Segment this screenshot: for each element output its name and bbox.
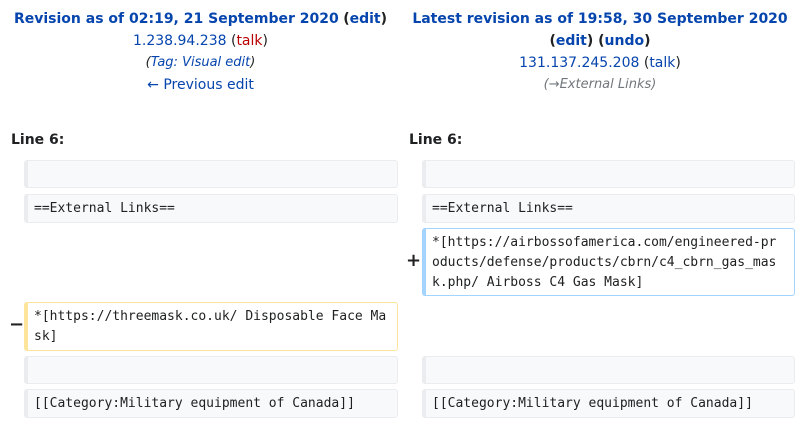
old-revision-header: Revision as of 02:19, 21 September 2020 … xyxy=(0,8,401,96)
new-revision-user-line: 131.137.245.208 (talk) xyxy=(519,55,681,71)
tag-prefix-link[interactable]: Tag: xyxy=(151,55,182,70)
old-revision-title-link[interactable]: Revision as of 02:19, 21 September 2020 xyxy=(14,11,339,27)
previous-edit-link[interactable]: ← Previous edit xyxy=(147,77,254,93)
edit-summary: (→External Links) xyxy=(543,77,657,92)
new-revision-title-link[interactable]: Latest revision as of 19:58, 30 Septembe… xyxy=(412,11,787,27)
old-revision-user-link[interactable]: 1.238.94.238 xyxy=(133,33,227,49)
added-line-marker: + xyxy=(406,250,422,271)
new-revision-edit-link[interactable]: edit xyxy=(556,33,587,49)
old-revision-title-line: Revision as of 02:19, 21 September 2020 … xyxy=(13,11,388,27)
new-context-empty-line xyxy=(422,160,795,188)
added-line: *[https://airbossofamerica.com/engineere… xyxy=(422,228,795,296)
old-context-empty-line-2 xyxy=(24,356,398,384)
new-revision-user-link[interactable]: 131.137.245.208 xyxy=(519,55,639,71)
new-context-category-line: [[Category:Military equipment of Canada]… xyxy=(422,389,795,418)
old-context-heading-line: ==External Links== xyxy=(24,194,398,223)
new-context-empty-line-2 xyxy=(422,356,795,384)
edit-summary-text: External Links xyxy=(559,77,652,92)
old-revision-talk-link[interactable]: talk xyxy=(236,33,262,49)
old-context-empty-line xyxy=(24,160,398,188)
new-context-heading-line: ==External Links== xyxy=(422,194,795,223)
removed-line-marker: − xyxy=(9,314,25,335)
old-line-number: Line 6: xyxy=(11,132,65,148)
old-revision-edit-link[interactable]: edit xyxy=(350,11,381,27)
new-line-number: Line 6: xyxy=(409,132,463,148)
old-revision-tag: (Tag: Visual edit) xyxy=(145,55,256,70)
old-revision-user-line: 1.238.94.238 (talk) xyxy=(133,33,268,49)
new-revision-header: Latest revision as of 19:58, 30 Septembe… xyxy=(401,8,799,96)
previous-edit-line: ← Previous edit xyxy=(0,74,401,96)
new-revision-actions-line: (edit) (undo) xyxy=(549,33,651,49)
removed-line: *[https://threemask.co.uk/ Disposable Fa… xyxy=(24,302,398,351)
new-revision-talk-link[interactable]: talk xyxy=(649,55,675,71)
new-revision-undo-link[interactable]: undo xyxy=(605,33,645,49)
visual-edit-tag-link[interactable]: Visual edit xyxy=(182,55,250,70)
new-revision-title-line: Latest revision as of 19:58, 30 Septembe… xyxy=(401,8,799,30)
old-context-category-line: [[Category:Military equipment of Canada]… xyxy=(24,389,398,418)
section-arrow-link[interactable]: → xyxy=(549,77,560,92)
